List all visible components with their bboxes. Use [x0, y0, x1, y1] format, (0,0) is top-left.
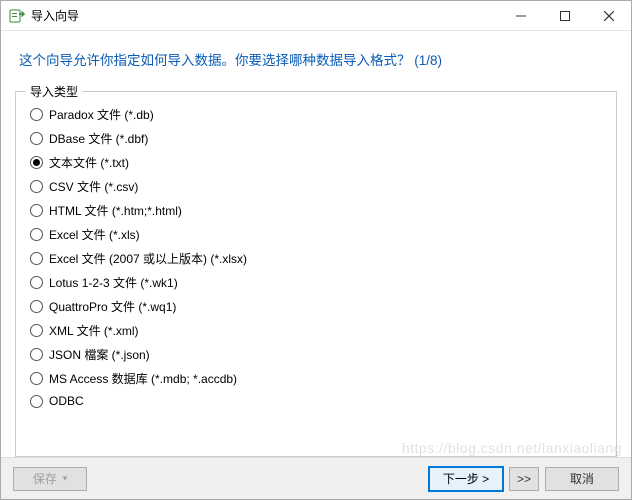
radio-option[interactable]: DBase 文件 (*.dbf) [30, 130, 602, 147]
radio-option[interactable]: HTML 文件 (*.htm;*.html) [30, 202, 602, 219]
radio-option[interactable]: Excel 文件 (2007 或以上版本) (*.xlsx) [30, 250, 602, 267]
radio-option[interactable]: CSV 文件 (*.csv) [30, 178, 602, 195]
radio-option[interactable]: Paradox 文件 (*.db) [30, 106, 602, 123]
radio-label: QuattroPro 文件 (*.wq1) [49, 298, 176, 315]
radio-label: DBase 文件 (*.dbf) [49, 130, 148, 147]
radio-label: HTML 文件 (*.htm;*.html) [49, 202, 182, 219]
radio-option[interactable]: JSON 檔案 (*.json) [30, 346, 602, 363]
radio-option[interactable]: XML 文件 (*.xml) [30, 322, 602, 339]
skip-button-label: >> [517, 472, 531, 486]
radio-option[interactable]: 文本文件 (*.txt) [30, 154, 602, 171]
radio-label: JSON 檔案 (*.json) [49, 346, 150, 363]
radio-indicator [30, 108, 43, 121]
radio-option[interactable]: ODBC [30, 394, 602, 408]
radio-indicator [30, 204, 43, 217]
radio-indicator [30, 228, 43, 241]
radio-indicator [30, 180, 43, 193]
radio-option[interactable]: QuattroPro 文件 (*.wq1) [30, 298, 602, 315]
radio-indicator [30, 348, 43, 361]
radio-label: XML 文件 (*.xml) [49, 322, 139, 339]
radio-label: ODBC [49, 394, 84, 408]
save-button-label: 保存 [33, 470, 57, 487]
content-area: 这个向导允许你指定如何导入数据。你要选择哪种数据导入格式？ (1/8) 导入类型… [1, 31, 631, 457]
radio-label: CSV 文件 (*.csv) [49, 178, 138, 195]
radio-indicator [30, 276, 43, 289]
window-title: 导入向导 [31, 7, 79, 24]
import-type-group: 导入类型 Paradox 文件 (*.db)DBase 文件 (*.dbf)文本… [15, 91, 617, 457]
group-legend: 导入类型 [26, 83, 82, 100]
radio-indicator [30, 300, 43, 313]
radio-indicator [30, 156, 43, 169]
wizard-window: 导入向导 这个向导允许你指定如何导入数据。你要选择哪种数据导入格式？ (1/8)… [0, 0, 632, 500]
import-wizard-icon [9, 8, 25, 24]
radio-label: Lotus 1-2-3 文件 (*.wk1) [49, 274, 178, 291]
radio-indicator [30, 252, 43, 265]
save-button[interactable]: 保存 ▾ [13, 467, 87, 491]
radio-label: Paradox 文件 (*.db) [49, 106, 154, 123]
maximize-button[interactable] [543, 1, 587, 31]
radio-label: MS Access 数据库 (*.mdb; *.accdb) [49, 370, 237, 387]
radio-option[interactable]: Excel 文件 (*.xls) [30, 226, 602, 243]
radio-indicator [30, 132, 43, 145]
radio-list: Paradox 文件 (*.db) DBase 文件 (*.dbf) 文本文件 (*… [30, 106, 602, 408]
radio-option[interactable]: Lotus 1-2-3 文件 (*.wk1) [30, 274, 602, 291]
wizard-headline: 这个向导允许你指定如何导入数据。你要选择哪种数据导入格式？ (1/8) [19, 49, 613, 69]
radio-indicator [30, 372, 43, 385]
chevron-down-icon: ▾ [63, 473, 68, 484]
cancel-button[interactable]: 取消 [545, 467, 619, 491]
titlebar: 导入向导 [1, 1, 631, 31]
radio-option[interactable]: MS Access 数据库 (*.mdb; *.accdb) [30, 370, 602, 387]
radio-label: 文本文件 (*.txt) [49, 154, 129, 171]
radio-label: Excel 文件 (*.xls) [49, 226, 140, 243]
radio-label: Excel 文件 (2007 或以上版本) (*.xlsx) [49, 250, 247, 267]
next-button[interactable]: 下一步 > [429, 467, 503, 491]
minimize-button[interactable] [499, 1, 543, 31]
next-button-label: 下一步 > [443, 470, 489, 487]
footer: 保存 ▾ 下一步 > >> 取消 [1, 457, 631, 499]
skip-button[interactable]: >> [509, 467, 539, 491]
close-button[interactable] [587, 1, 631, 31]
radio-indicator [30, 395, 43, 408]
radio-indicator [30, 324, 43, 337]
cancel-button-label: 取消 [570, 470, 594, 487]
